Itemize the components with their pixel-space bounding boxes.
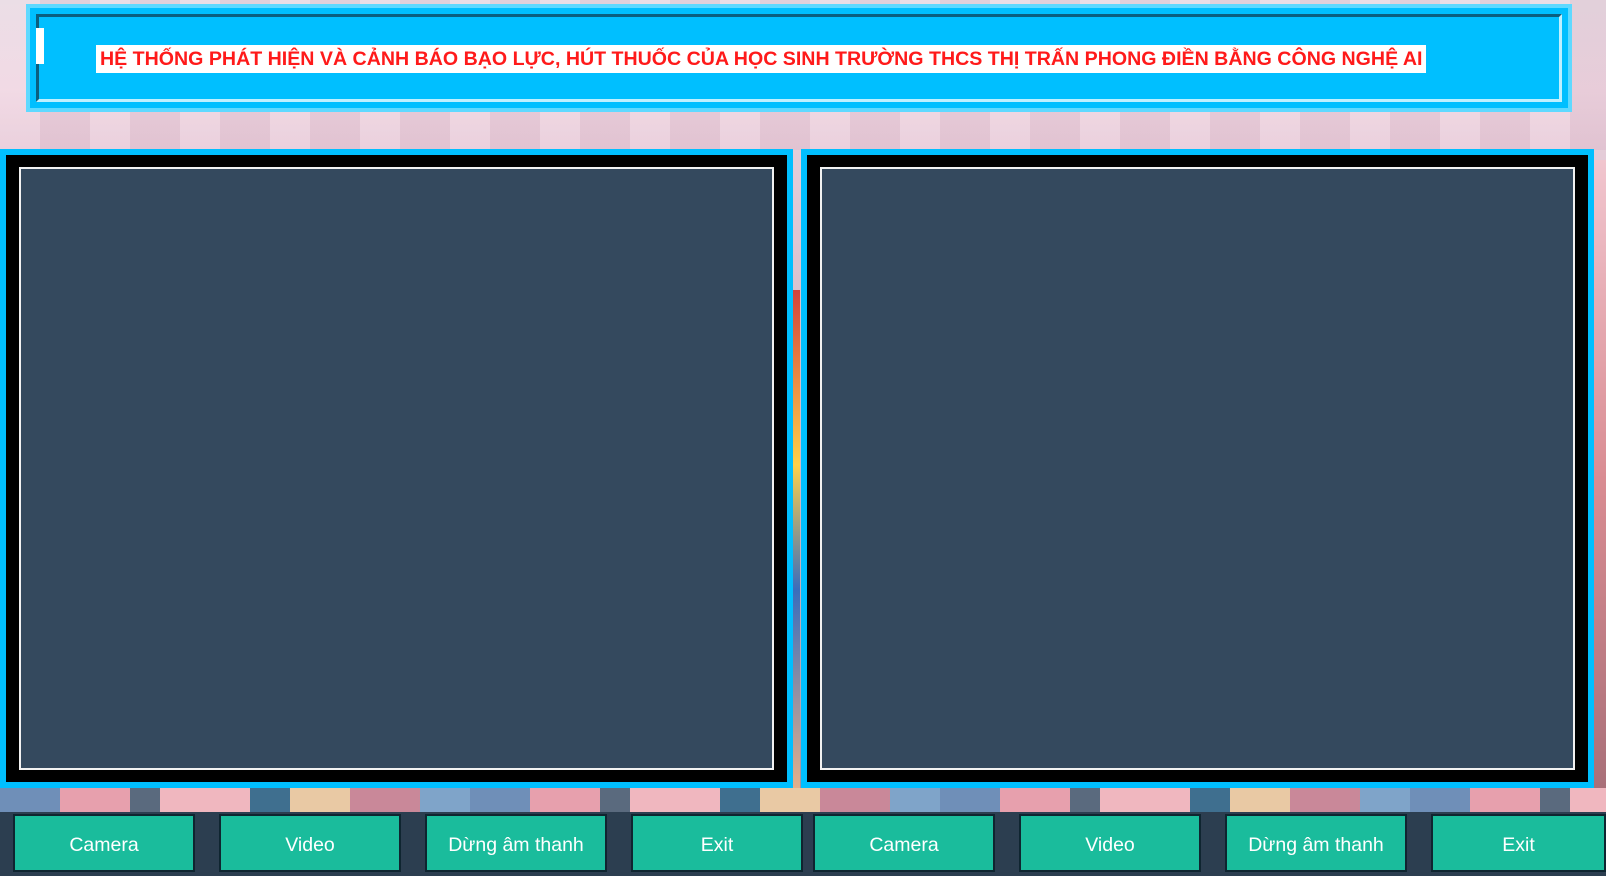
right-camera-button[interactable]: Camera	[813, 814, 995, 872]
left-exit-button[interactable]: Exit	[631, 814, 803, 872]
app-title: HỆ THỐNG PHÁT HIỆN VÀ CẢNH BÁO BẠO LỰC, …	[96, 45, 1427, 73]
right-video-panel	[801, 149, 1594, 788]
left-video-display	[19, 167, 774, 770]
right-exit-button[interactable]: Exit	[1431, 814, 1606, 872]
control-button-bar: Camera Video Dừng âm thanh Exit Camera V…	[0, 812, 1606, 876]
left-video-panel	[0, 149, 793, 788]
left-video-button[interactable]: Video	[219, 814, 401, 872]
title-banner: HỆ THỐNG PHÁT HIỆN VÀ CẢNH BÁO BẠO LỰC, …	[26, 4, 1572, 112]
left-camera-button[interactable]: Camera	[13, 814, 195, 872]
title-banner-accent	[36, 28, 44, 64]
right-video-button[interactable]: Video	[1019, 814, 1201, 872]
right-video-display	[820, 167, 1575, 770]
right-stop-sound-button[interactable]: Dừng âm thanh	[1225, 814, 1407, 872]
left-stop-sound-button[interactable]: Dừng âm thanh	[425, 814, 607, 872]
